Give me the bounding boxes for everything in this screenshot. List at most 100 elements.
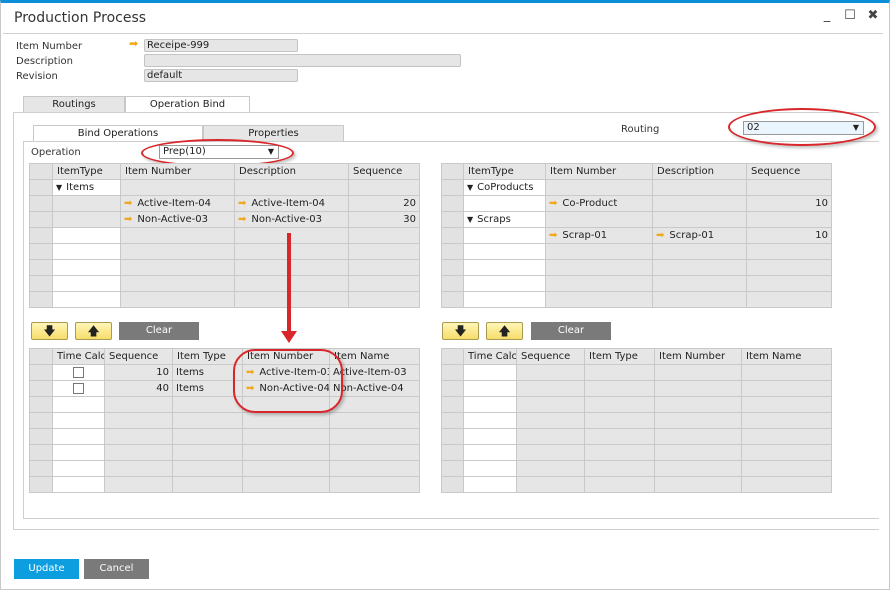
left-top-grid[interactable]: ItemType Item Number Description Sequenc… bbox=[29, 163, 420, 308]
column-header[interactable]: Item Type bbox=[172, 348, 243, 365]
column-header[interactable]: Description bbox=[652, 163, 747, 180]
empty-cell bbox=[545, 275, 653, 292]
column-header[interactable]: Time Calc bbox=[52, 348, 105, 365]
update-button[interactable]: Update bbox=[14, 559, 79, 579]
move-down-button[interactable]: 🡇 bbox=[442, 322, 479, 340]
column-header[interactable]: Item Number bbox=[654, 348, 742, 365]
maximize-button[interactable]: ☐ bbox=[842, 8, 858, 23]
empty-row[interactable] bbox=[441, 291, 832, 308]
left-bottom-grid[interactable]: Time Calc Sequence Item Type Item Number… bbox=[29, 348, 420, 493]
empty-row[interactable] bbox=[29, 412, 420, 429]
row-header-cell bbox=[29, 275, 53, 292]
empty-row[interactable] bbox=[29, 444, 420, 461]
subtab-bind-operations[interactable]: Bind Operations bbox=[33, 125, 203, 142]
revision-field[interactable]: default bbox=[144, 69, 298, 82]
move-up-button[interactable]: 🡅 bbox=[75, 322, 112, 340]
item-number-link-arrow-icon[interactable]: ➡ bbox=[129, 38, 138, 49]
move-down-button[interactable]: 🡇 bbox=[31, 322, 68, 340]
empty-row[interactable] bbox=[441, 275, 832, 292]
empty-row[interactable] bbox=[441, 380, 832, 397]
empty-row[interactable] bbox=[441, 243, 832, 260]
expand-triangle-icon[interactable]: ▼ bbox=[467, 183, 473, 192]
table-row[interactable]: 40 Items ➡ Non-Active-04 Non-Active-04 bbox=[29, 380, 420, 397]
row-header-cell bbox=[29, 380, 53, 397]
table-row[interactable]: ➡ Scrap-01 ➡ Scrap-01 10 bbox=[441, 227, 832, 244]
column-header[interactable]: Sequence bbox=[348, 163, 420, 180]
close-button[interactable]: ✖ bbox=[865, 8, 881, 23]
group-row[interactable]: ▼ Scraps bbox=[441, 211, 832, 228]
link-arrow-icon[interactable]: ➡ bbox=[549, 198, 557, 209]
link-arrow-icon[interactable]: ➡ bbox=[238, 214, 246, 225]
empty-row[interactable] bbox=[29, 396, 420, 413]
table-row[interactable]: ➡ Active-Item-04 ➡ Active-Item-04 20 bbox=[29, 195, 420, 212]
tab-operation-bind[interactable]: Operation Bind bbox=[125, 96, 250, 113]
empty-row[interactable] bbox=[29, 428, 420, 445]
empty-row[interactable] bbox=[441, 412, 832, 429]
time-calc-checkbox[interactable] bbox=[73, 382, 84, 394]
empty-cell bbox=[234, 291, 349, 308]
table-row[interactable]: 10 Items ➡ Active-Item-03 Active-Item-03 bbox=[29, 364, 420, 381]
empty-row[interactable] bbox=[29, 476, 420, 493]
column-header[interactable]: ItemType bbox=[463, 163, 546, 180]
table-row[interactable]: ➡ Non-Active-03 ➡ Non-Active-03 30 bbox=[29, 211, 420, 228]
clear-button-left[interactable]: Clear bbox=[119, 322, 199, 340]
column-header[interactable]: Item Name bbox=[741, 348, 832, 365]
link-arrow-icon[interactable]: ➡ bbox=[238, 198, 246, 209]
empty-row[interactable] bbox=[29, 460, 420, 477]
column-header[interactable]: ItemType bbox=[52, 163, 121, 180]
empty-row[interactable] bbox=[441, 396, 832, 413]
column-header[interactable]: Item Type bbox=[584, 348, 655, 365]
clear-button-right[interactable]: Clear bbox=[531, 322, 611, 340]
link-arrow-icon[interactable]: ➡ bbox=[124, 198, 132, 209]
empty-row[interactable] bbox=[441, 259, 832, 276]
empty-cell bbox=[652, 291, 747, 308]
link-arrow-icon[interactable]: ➡ bbox=[549, 230, 557, 241]
minimize-button[interactable]: _ bbox=[819, 8, 835, 23]
empty-cell bbox=[329, 460, 420, 477]
annotation-arrow-shaft bbox=[287, 233, 291, 333]
row-header-cell bbox=[29, 476, 53, 493]
column-header[interactable]: Time Calc bbox=[463, 348, 517, 365]
column-header[interactable]: Item Number bbox=[120, 163, 235, 180]
empty-cell bbox=[654, 476, 742, 493]
row-header-cell bbox=[441, 211, 464, 228]
column-header[interactable]: Sequence bbox=[104, 348, 173, 365]
expand-triangle-icon[interactable]: ▼ bbox=[467, 215, 473, 224]
time-calc-checkbox[interactable] bbox=[73, 366, 84, 378]
empty-row[interactable] bbox=[441, 460, 832, 477]
right-bottom-grid[interactable]: Time Calc Sequence Item Type Item Number… bbox=[441, 348, 832, 493]
empty-row[interactable] bbox=[29, 227, 420, 244]
cell bbox=[348, 179, 420, 196]
empty-row[interactable] bbox=[29, 243, 420, 260]
description-field[interactable] bbox=[144, 54, 461, 67]
empty-row[interactable] bbox=[29, 275, 420, 292]
empty-row[interactable] bbox=[441, 428, 832, 445]
expand-triangle-icon[interactable]: ▼ bbox=[56, 183, 62, 192]
table-row[interactable]: ➡ Co-Product 10 bbox=[441, 195, 832, 212]
item-number-field[interactable]: Receipe-999 bbox=[144, 39, 298, 52]
empty-row[interactable] bbox=[441, 364, 832, 381]
column-header[interactable]: Item Name bbox=[329, 348, 420, 365]
row-header-cell bbox=[29, 179, 53, 196]
item-number-label: Item Number bbox=[16, 41, 83, 52]
empty-row[interactable] bbox=[29, 259, 420, 276]
empty-row[interactable] bbox=[441, 476, 832, 493]
group-row[interactable]: ▼ Items bbox=[29, 179, 420, 196]
column-header[interactable]: Description bbox=[234, 163, 349, 180]
column-header[interactable]: Item Number bbox=[545, 163, 653, 180]
column-header[interactable]: Sequence bbox=[746, 163, 832, 180]
group-row[interactable]: ▼ CoProducts bbox=[441, 179, 832, 196]
right-top-grid[interactable]: ItemType Item Number Description Sequenc… bbox=[441, 163, 832, 308]
column-header[interactable]: Sequence bbox=[516, 348, 585, 365]
empty-row[interactable] bbox=[29, 291, 420, 308]
link-arrow-icon[interactable]: ➡ bbox=[656, 230, 664, 241]
empty-cell bbox=[746, 275, 832, 292]
empty-cell bbox=[52, 412, 105, 429]
link-arrow-icon[interactable]: ➡ bbox=[124, 214, 132, 225]
move-up-button[interactable]: 🡅 bbox=[486, 322, 523, 340]
cancel-button[interactable]: Cancel bbox=[84, 559, 149, 579]
cell bbox=[545, 179, 653, 196]
tab-routings[interactable]: Routings bbox=[23, 96, 125, 112]
sequence-cell: 20 bbox=[348, 195, 420, 212]
empty-row[interactable] bbox=[441, 444, 832, 461]
